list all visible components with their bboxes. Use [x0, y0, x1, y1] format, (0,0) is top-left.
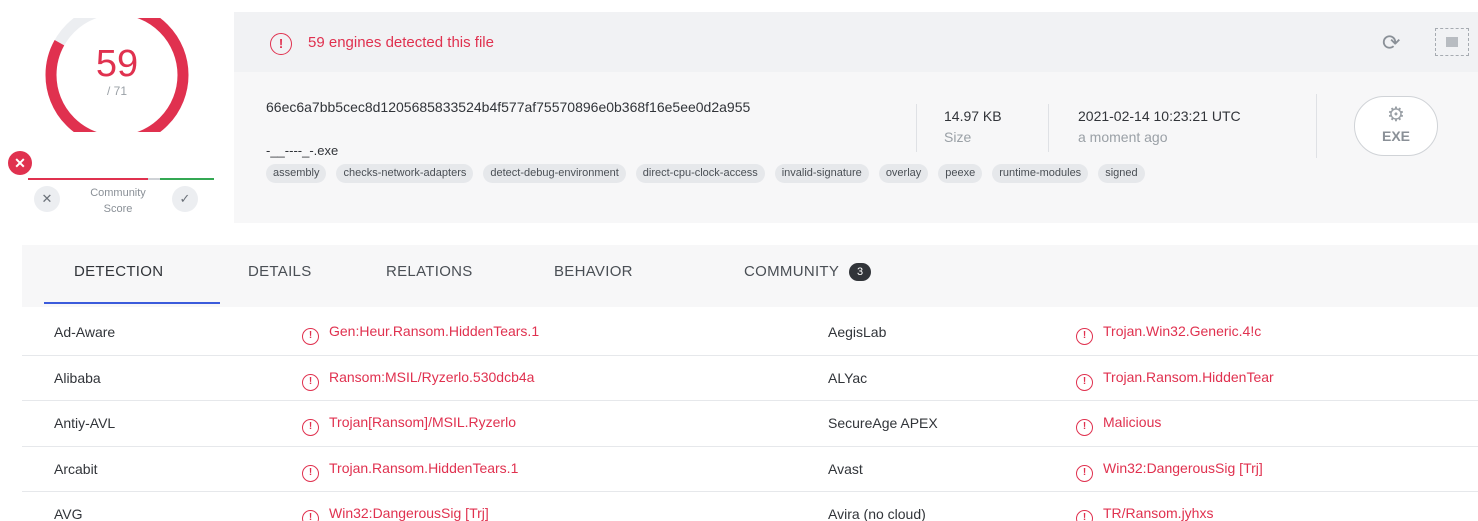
- file-name: -__----_-.exe: [266, 143, 339, 158]
- file-size-label: Size: [944, 129, 972, 145]
- detection-result-label: Win32:DangerousSig [Trj]: [329, 505, 489, 521]
- divider: [1316, 94, 1317, 158]
- alert-circle-icon: !: [1076, 510, 1093, 521]
- engine-name: Ad-Aware: [54, 324, 116, 340]
- detection-row: Arcabit! Trojan.Ransom.HiddenTears.1 Avast…: [22, 447, 1478, 492]
- alert-circle-icon: !: [270, 33, 292, 55]
- file-tag[interactable]: runtime-modules: [992, 164, 1089, 183]
- community-score-bar: [28, 178, 214, 180]
- file-summary-card: ! 59 engines detected this file ⟳ 66ec6a…: [234, 12, 1478, 223]
- detection-result-label: Malicious: [1103, 414, 1162, 430]
- file-type-icon: ⚙: [1387, 104, 1405, 126]
- file-tag[interactable]: overlay: [878, 164, 929, 183]
- detection-row: Ad-Aware! Gen:Heur.Ransom.HiddenTears.1 Ae…: [22, 310, 1478, 356]
- engine-name: Arcabit: [54, 460, 98, 477]
- detection-result: ! Trojan.Ransom.HiddenTear: [1076, 369, 1274, 391]
- community-score-label: Community Score: [70, 185, 166, 217]
- engine-name: AegisLab: [828, 324, 887, 340]
- file-tag[interactable]: assembly: [266, 164, 327, 183]
- community-score-positive: [160, 178, 214, 180]
- detection-row: Antiy-AVL! Trojan[Ransom]/MSIL.Ryzerlo Sec…: [22, 401, 1478, 447]
- detection-result-label: Gen:Heur.Ransom.HiddenTears.1: [329, 323, 540, 339]
- detection-result: ! Malicious: [1076, 414, 1161, 436]
- detection-result-label: Ransom:MSIL/Ryzerlo.530dcb4a: [329, 368, 535, 385]
- close-icon: ✕: [41, 191, 53, 206]
- file-tag[interactable]: invalid-signature: [774, 164, 869, 183]
- last-analysis-date: 2021-02-14 10:23:21 UTC: [1078, 108, 1241, 124]
- community-negative-badge-icon: ✕: [8, 151, 32, 175]
- community-count-badge: 3: [849, 263, 872, 281]
- alert-circle-icon: !: [1076, 328, 1093, 345]
- engine-name: Alibaba: [54, 369, 101, 386]
- detection-result-label: Win32:DangerousSig [Trj]: [1103, 459, 1263, 476]
- community-score-label-line1: Community: [90, 187, 146, 199]
- alert-circle-icon: !: [302, 464, 319, 482]
- detection-result-label: Trojan.Ransom.HiddenTear: [1103, 368, 1274, 385]
- similar-files-icon[interactable]: [1435, 28, 1469, 56]
- engine-name: SecureAge APEX: [828, 415, 938, 431]
- detection-result-label: Trojan.Win32.Generic.4!c: [1103, 323, 1262, 339]
- detection-result-label: Trojan.Ransom.HiddenTears.1: [329, 459, 519, 476]
- engine-name: Avira (no cloud): [828, 506, 926, 521]
- detection-alert-text: 59 engines detected this file: [308, 34, 494, 51]
- tab-detection[interactable]: DETECTION: [74, 263, 163, 280]
- reanalyze-icon[interactable]: ⟳: [1382, 32, 1400, 54]
- file-tag[interactable]: peexe: [938, 164, 983, 183]
- divider: [916, 104, 917, 152]
- alert-circle-icon: !: [1076, 373, 1093, 391]
- file-type-badge: ⚙ EXE: [1354, 96, 1438, 156]
- last-analysis-relative: a moment ago: [1078, 129, 1168, 145]
- detection-result-label: Trojan[Ransom]/MSIL.Ryzerlo: [329, 414, 516, 430]
- engine-name: ALYac: [828, 369, 868, 386]
- engine-name: Antiy-AVL: [54, 415, 116, 431]
- file-tags: assembly checks-network-adapters detect-de…: [266, 164, 1326, 183]
- divider: [1048, 104, 1049, 152]
- check-icon: ✓: [179, 191, 191, 206]
- detection-score-value: 59: [95, 43, 139, 85]
- active-tab-indicator: [44, 302, 220, 304]
- alert-circle-icon: !: [1076, 419, 1093, 436]
- alert-circle-icon: !: [302, 419, 319, 436]
- detection-alert-bar: ! 59 engines detected this file ⟳: [234, 12, 1478, 72]
- report-tabs: DETECTION DETAILS RELATIONS BEHAVIOR COM…: [22, 245, 1478, 307]
- file-tag[interactable]: direct-cpu-clock-access: [635, 164, 765, 183]
- detection-result: ! Trojan.Win32.Generic.4!c: [1076, 323, 1261, 345]
- alert-circle-icon: !: [302, 328, 319, 345]
- detection-result: ! Ransom:MSIL/Ryzerlo.530dcb4a: [302, 369, 534, 391]
- detection-result: ! TR/Ransom.jyhxs: [1076, 505, 1213, 521]
- file-tag[interactable]: signed: [1098, 164, 1145, 183]
- tab-community[interactable]: COMMUNITY 3: [744, 263, 872, 281]
- file-tag[interactable]: detect-debug-environment: [483, 164, 626, 183]
- alert-circle-icon: !: [302, 510, 319, 521]
- alert-circle-icon: !: [302, 373, 319, 391]
- detection-result: ! Win32:DangerousSig [Trj]: [1076, 460, 1263, 482]
- tab-details[interactable]: DETAILS: [248, 263, 312, 280]
- detection-result: ! Gen:Heur.Ransom.HiddenTears.1: [302, 323, 539, 345]
- detection-row: AVG! Win32:DangerousSig [Trj] Avira (no cl…: [22, 492, 1478, 521]
- detection-result: ! Trojan[Ransom]/MSIL.Ryzerlo: [302, 414, 516, 436]
- detection-score-total: / 71: [106, 84, 127, 98]
- vote-harmless-button[interactable]: ✓: [172, 186, 198, 212]
- tab-community-label: COMMUNITY: [744, 263, 840, 280]
- community-score-label-line2: Score: [103, 203, 133, 215]
- vote-harmful-button[interactable]: ✕: [34, 186, 60, 212]
- community-score-negative: [28, 178, 148, 180]
- detection-result: ! Trojan.Ransom.HiddenTears.1: [302, 460, 518, 482]
- alert-circle-icon: !: [1076, 464, 1093, 482]
- file-size-value: 14.97 KB: [944, 108, 1002, 124]
- file-tag[interactable]: checks-network-adapters: [336, 164, 474, 183]
- engine-name: AVG: [54, 506, 83, 521]
- detection-result-label: TR/Ransom.jyhxs: [1103, 505, 1214, 521]
- tab-relations[interactable]: RELATIONS: [386, 263, 473, 280]
- engine-name: Avast: [828, 460, 863, 477]
- file-hash[interactable]: 66ec6a7bb5cec8d1205685833524b4f577af7557…: [266, 98, 896, 117]
- detection-row: Alibaba! Ransom:MSIL/Ryzerlo.530dcb4a ALYa…: [22, 356, 1478, 401]
- detection-table: Ad-Aware! Gen:Heur.Ransom.HiddenTears.1 Ae…: [22, 310, 1478, 521]
- tab-behavior[interactable]: BEHAVIOR: [554, 263, 633, 280]
- detection-result: ! Win32:DangerousSig [Trj]: [302, 505, 489, 521]
- file-type-label: EXE: [1381, 128, 1410, 144]
